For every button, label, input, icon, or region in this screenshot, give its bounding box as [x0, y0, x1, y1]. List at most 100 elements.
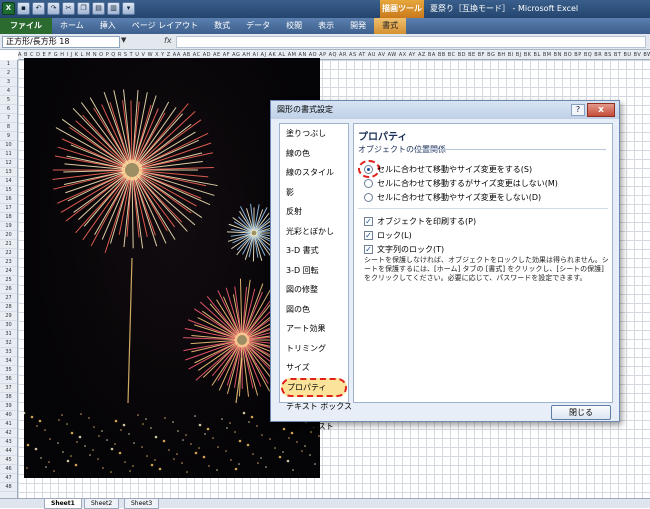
chevron-down-icon[interactable]: ▼: [121, 36, 126, 44]
row-number[interactable]: 35: [0, 366, 17, 375]
row-number[interactable]: 31: [0, 330, 17, 339]
row-number[interactable]: 29: [0, 312, 17, 321]
row-number[interactable]: 45: [0, 456, 17, 465]
close-icon[interactable]: x: [587, 103, 615, 117]
nav-glow-soft-edges[interactable]: 光彩とぼかし: [280, 222, 348, 242]
row-number[interactable]: 14: [0, 177, 17, 186]
copy-icon[interactable]: ❐: [77, 2, 90, 15]
row-number[interactable]: 41: [0, 420, 17, 429]
row-number[interactable]: 26: [0, 285, 17, 294]
nav-alt-text[interactable]: 代替テキスト: [280, 417, 348, 437]
row-number[interactable]: 8: [0, 123, 17, 132]
row-number[interactable]: 15: [0, 186, 17, 195]
tab-home[interactable]: ホーム: [52, 18, 92, 34]
name-box[interactable]: 正方形/長方形 18: [2, 36, 120, 48]
redo-icon[interactable]: ↷: [47, 2, 60, 15]
row-number[interactable]: 40: [0, 411, 17, 420]
row-number[interactable]: 23: [0, 258, 17, 267]
nav-fill[interactable]: 塗りつぶし: [280, 124, 348, 144]
nav-line-color[interactable]: 線の色: [280, 144, 348, 164]
row-number[interactable]: 1: [0, 60, 17, 69]
row-number[interactable]: 39: [0, 402, 17, 411]
row-number[interactable]: 22: [0, 249, 17, 258]
nav-reflection[interactable]: 反射: [280, 202, 348, 222]
row-number[interactable]: 24: [0, 267, 17, 276]
row-number[interactable]: 32: [0, 339, 17, 348]
row-number[interactable]: 5: [0, 96, 17, 105]
row-number[interactable]: 11: [0, 150, 17, 159]
checkbox-print-object[interactable]: ✓ オブジェクトを印刷する(P): [364, 216, 476, 227]
tab-developer[interactable]: 開発: [342, 18, 374, 34]
help-icon[interactable]: ?: [571, 104, 585, 116]
row-header-bar[interactable]: 1234567891011121314151617181920212223242…: [0, 60, 18, 498]
row-number[interactable]: 25: [0, 276, 17, 285]
row-number[interactable]: 12: [0, 159, 17, 168]
tab-data[interactable]: データ: [238, 18, 278, 34]
row-number[interactable]: 9: [0, 132, 17, 141]
nav-picture-color[interactable]: 図の色: [280, 300, 348, 320]
row-number[interactable]: 28: [0, 303, 17, 312]
nav-picture-corrections[interactable]: 図の修整: [280, 280, 348, 300]
row-number[interactable]: 10: [0, 141, 17, 150]
row-number[interactable]: 44: [0, 447, 17, 456]
checkbox[interactable]: ✓: [364, 231, 373, 240]
row-number[interactable]: 16: [0, 195, 17, 204]
row-number[interactable]: 46: [0, 465, 17, 474]
row-number[interactable]: 47: [0, 474, 17, 483]
nav-3d-rotation[interactable]: 3-D 回転: [280, 261, 348, 281]
checkbox[interactable]: ✓: [364, 245, 373, 254]
row-number[interactable]: 13: [0, 168, 17, 177]
tab-review[interactable]: 校閲: [278, 18, 310, 34]
nav-3d-format[interactable]: 3-D 書式: [280, 241, 348, 261]
row-number[interactable]: 3: [0, 78, 17, 87]
paste-icon[interactable]: ▤: [92, 2, 105, 15]
undo-icon[interactable]: ↶: [32, 2, 45, 15]
row-number[interactable]: 33: [0, 348, 17, 357]
nav-text-box[interactable]: テキスト ボックス: [280, 397, 348, 417]
radio-button[interactable]: [364, 165, 373, 174]
tab-insert[interactable]: 挿入: [92, 18, 124, 34]
row-number[interactable]: 17: [0, 204, 17, 213]
row-number[interactable]: 42: [0, 429, 17, 438]
checkbox-lock-text[interactable]: ✓ 文字列のロック(T): [364, 244, 444, 255]
row-number[interactable]: 4: [0, 87, 17, 96]
row-number[interactable]: 6: [0, 105, 17, 114]
checkbox[interactable]: ✓: [364, 217, 373, 226]
excel-icon[interactable]: X: [2, 2, 15, 15]
row-number[interactable]: 36: [0, 375, 17, 384]
row-number[interactable]: 19: [0, 222, 17, 231]
row-number[interactable]: 30: [0, 321, 17, 330]
row-number[interactable]: 21: [0, 240, 17, 249]
row-number[interactable]: 37: [0, 384, 17, 393]
formula-input[interactable]: [176, 36, 646, 48]
radio-button[interactable]: [364, 193, 373, 202]
nav-size[interactable]: サイズ: [280, 358, 348, 378]
tab-view[interactable]: 表示: [310, 18, 342, 34]
insert-function-icon[interactable]: fx: [164, 36, 172, 45]
row-number[interactable]: 34: [0, 357, 17, 366]
row-number[interactable]: 2: [0, 69, 17, 78]
radio-no-move-no-size[interactable]: セルに合わせて移動やサイズ変更をしない(D): [364, 192, 541, 203]
cut-icon[interactable]: ✂: [62, 2, 75, 15]
row-number[interactable]: 18: [0, 213, 17, 222]
radio-move-and-size[interactable]: セルに合わせて移動やサイズ変更をする(S): [364, 164, 532, 175]
nav-crop[interactable]: トリミング: [280, 339, 348, 359]
tab-formulas[interactable]: 数式: [206, 18, 238, 34]
nav-properties[interactable]: プロパティ: [281, 378, 347, 398]
chart-icon[interactable]: ▥: [107, 2, 120, 15]
row-number[interactable]: 7: [0, 114, 17, 123]
radio-move-no-size[interactable]: セルに合わせて移動するがサイズ変更はしない(M): [364, 178, 558, 189]
radio-button[interactable]: [364, 179, 373, 188]
tab-format[interactable]: 書式: [374, 18, 406, 34]
nav-artistic-effects[interactable]: アート効果: [280, 319, 348, 339]
row-number[interactable]: 48: [0, 483, 17, 492]
nav-shadow[interactable]: 影: [280, 183, 348, 203]
tab-page-layout[interactable]: ページ レイアウト: [124, 18, 206, 34]
row-number[interactable]: 20: [0, 231, 17, 240]
row-number[interactable]: 27: [0, 294, 17, 303]
save-icon[interactable]: ▪: [17, 2, 30, 15]
tab-file[interactable]: ファイル: [0, 18, 52, 34]
dropdown-icon[interactable]: ▾: [122, 2, 135, 15]
nav-line-style[interactable]: 線のスタイル: [280, 163, 348, 183]
row-number[interactable]: 38: [0, 393, 17, 402]
